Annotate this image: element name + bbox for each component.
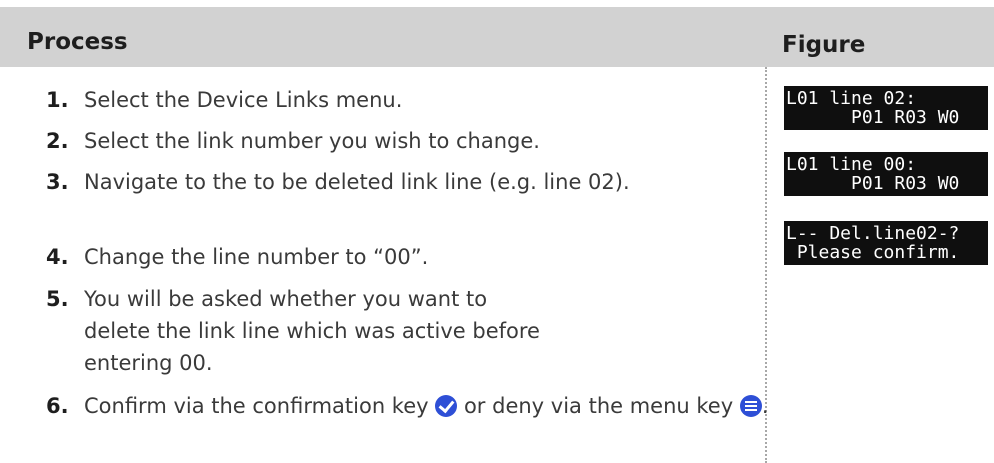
lcd-line-2: Please confirm. [786,242,960,263]
step-text-middle: or deny via the menu key [463,394,734,418]
lcd-line-1: L01 line 02: [786,88,917,109]
check-circle-icon [435,395,458,417]
lcd-display-3: L-- Del.line02-? Please confirm. [784,221,988,265]
menu-lines-icon [739,395,762,417]
process-column-header: Process [27,29,128,55]
lcd-line-2: P01 R03 W0 [786,107,960,128]
step-number: 1. [46,88,69,112]
lcd-line-1: L01 line 00: [786,154,917,175]
step-text: Confirm via the confirmation key or deny… [84,390,784,422]
step-text: Select the Device Links menu. [84,88,403,112]
step-number: 2. [46,129,69,153]
step-number: 5. [46,287,69,311]
lcd-line-2: P01 R03 W0 [786,173,960,194]
step-text: Change the line number to “00”. [84,245,429,269]
lcd-display-2: L01 line 00: P01 R03 W0 [784,152,988,196]
step-text-end: . [761,394,769,418]
lcd-line-1: L-- Del.line02-? [786,223,960,244]
step-text: Select the link number you wish to chang… [84,129,540,153]
lcd-display-1: L01 line 02: P01 R03 W0 [784,86,988,130]
step-text: You will be asked whether you want to de… [84,287,540,375]
table-header: Process Figure [0,7,994,67]
step-text: Navigate to the to be deleted link line … [84,170,630,194]
step-number: 3. [46,170,69,194]
step-text-before: Confirm via the confirmation key [84,394,429,418]
figure-column-header: Figure [782,32,866,58]
step-number: 6. [46,394,69,418]
step-number: 4. [46,245,69,269]
